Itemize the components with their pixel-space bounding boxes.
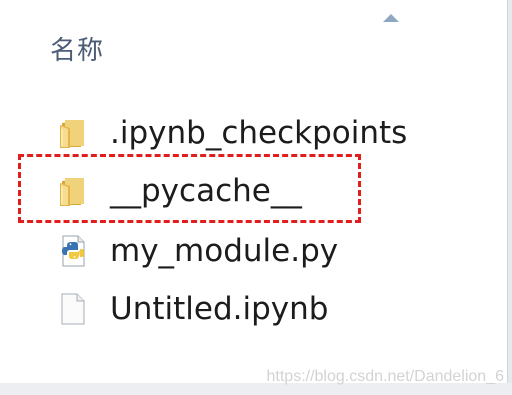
file-row-untitled-ipynb[interactable]: Untitled.ipynb bbox=[0, 289, 500, 329]
name-column-header[interactable]: 名称 bbox=[50, 30, 104, 67]
python-file-icon bbox=[58, 235, 88, 267]
window-right-border bbox=[507, 0, 512, 383]
file-name: my_module.py bbox=[110, 233, 339, 269]
watermark: https://blog.csdn.net/Dandelion_6 bbox=[266, 368, 505, 385]
file-name: Untitled.ipynb bbox=[110, 291, 329, 327]
sort-ascending-icon[interactable] bbox=[383, 14, 399, 22]
blank-file-icon bbox=[58, 293, 88, 325]
folder-icon bbox=[58, 117, 88, 149]
annotation-highlight-box bbox=[18, 154, 361, 223]
file-row-ipynb-checkpoints[interactable]: .ipynb_checkpoints bbox=[0, 113, 500, 153]
file-row-my-module-py[interactable]: my_module.py bbox=[0, 231, 500, 271]
file-name: .ipynb_checkpoints bbox=[110, 115, 408, 151]
